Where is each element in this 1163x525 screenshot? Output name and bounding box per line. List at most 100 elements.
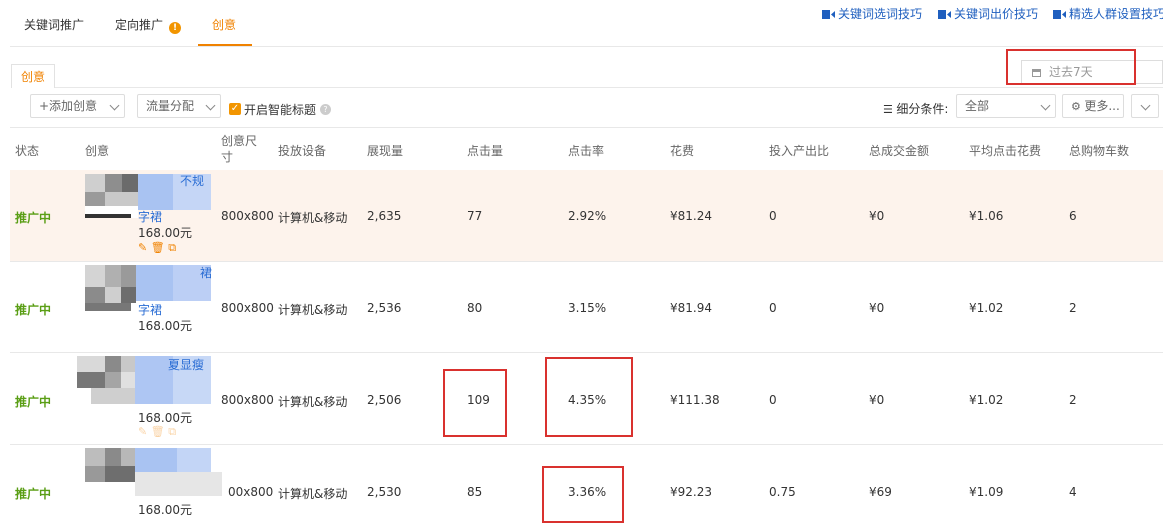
gmv: ¥69 bbox=[869, 485, 892, 499]
tab-creative[interactable]: 创意 bbox=[212, 16, 236, 33]
creative-size: 800x800 bbox=[221, 393, 274, 407]
clicks: 85 bbox=[467, 485, 483, 499]
creative-price: 168.00元 bbox=[138, 503, 192, 517]
creative-title[interactable]: 裙 bbox=[200, 264, 212, 281]
cart-count: 2 bbox=[1069, 393, 1077, 407]
cart-count: 4 bbox=[1069, 485, 1077, 499]
tab-label: 定向推广 bbox=[115, 18, 164, 32]
impressions: 2,530 bbox=[367, 485, 402, 499]
status-badge: 推广中 bbox=[15, 303, 52, 317]
divider bbox=[10, 46, 1163, 47]
column-header-gmv: 总成交金额 bbox=[869, 144, 930, 158]
avg-cpc: ¥1.09 bbox=[969, 485, 1004, 499]
column-header-roi: 投入产出比 bbox=[769, 144, 830, 158]
link-keyword-bid-tips[interactable]: 关键词出价技巧 bbox=[938, 5, 1038, 22]
column-header-creative: 创意 bbox=[85, 144, 110, 158]
creative-title[interactable]: 夏显瘦 bbox=[168, 356, 204, 373]
filter-value: 全部 bbox=[965, 99, 990, 113]
clicks: 77 bbox=[467, 209, 483, 223]
chevron-down-icon bbox=[1040, 100, 1051, 111]
column-header-cart: 总购物车数 bbox=[1069, 144, 1130, 158]
spend: ¥81.24 bbox=[670, 209, 712, 223]
filter-select[interactable]: 全部 bbox=[956, 94, 1056, 118]
creative-actions: ✎ 🗑 ⧉ bbox=[138, 241, 176, 255]
creative-price: 168.00元 bbox=[138, 226, 192, 240]
link-label: 精选人群设置技巧 bbox=[1069, 7, 1163, 21]
spend: ¥111.38 bbox=[670, 393, 720, 407]
subtab-creative[interactable]: 创意 bbox=[11, 64, 55, 88]
filter-label: ☰ 细分条件: bbox=[883, 100, 948, 117]
warning-icon: ! bbox=[169, 22, 182, 34]
clicks: 80 bbox=[467, 301, 483, 315]
ctr: 3.36% bbox=[568, 485, 607, 499]
delete-icon[interactable]: 🗑 bbox=[151, 241, 165, 254]
divider bbox=[55, 87, 1163, 88]
link-label: 关键词出价技巧 bbox=[954, 7, 1039, 21]
copy-icon[interactable]: ⧉ bbox=[168, 425, 176, 438]
traffic-split-dropdown[interactable]: 流量分配 bbox=[137, 94, 221, 118]
link-label: 关键词选词技巧 bbox=[838, 7, 923, 21]
column-header-ctr: 点击率 bbox=[568, 144, 605, 158]
status-badge: 推广中 bbox=[15, 395, 52, 409]
gmv: ¥0 bbox=[869, 209, 885, 223]
more-button[interactable]: ⚙ 更多... bbox=[1062, 94, 1124, 118]
column-header-status: 状态 bbox=[15, 144, 40, 158]
roi: 0 bbox=[769, 393, 777, 407]
link-audience-setting-tips[interactable]: 精选人群设置技巧 bbox=[1053, 5, 1163, 22]
creative-size: 800x800 bbox=[221, 301, 274, 315]
annotation-box bbox=[1006, 49, 1136, 85]
gear-icon: ⚙ bbox=[1071, 100, 1085, 113]
status-badge: 推广中 bbox=[15, 211, 52, 225]
cart-count: 2 bbox=[1069, 301, 1077, 315]
creative-actions: ✎ 🗑 ⧉ bbox=[138, 425, 176, 439]
column-header-avg-cpc: 平均点击花费 bbox=[969, 144, 1042, 158]
ctr: 4.35% bbox=[568, 393, 607, 407]
column-header-spend: 花费 bbox=[670, 144, 695, 158]
copy-icon[interactable]: ⧉ bbox=[168, 241, 176, 254]
creative-price: 168.00元 bbox=[138, 411, 192, 425]
creative-price: 168.00元 bbox=[138, 319, 192, 333]
impressions: 2,506 bbox=[367, 393, 402, 407]
roi: 0 bbox=[769, 209, 777, 223]
avg-cpc: ¥1.02 bbox=[969, 393, 1004, 407]
impressions: 2,536 bbox=[367, 301, 402, 315]
edit-icon[interactable]: ✎ bbox=[138, 241, 147, 254]
creative-title[interactable]: 字裙 bbox=[138, 208, 162, 225]
chevron-down-icon bbox=[1140, 100, 1151, 111]
add-creative-label: +添加创意 bbox=[39, 99, 98, 113]
device: 计算机&移动 bbox=[278, 487, 348, 501]
video-icon bbox=[938, 10, 951, 19]
creative-thumbnail[interactable] bbox=[77, 448, 222, 496]
video-icon bbox=[822, 10, 835, 19]
more-label: 更多... bbox=[1084, 99, 1120, 113]
add-creative-button[interactable]: +添加创意 bbox=[30, 94, 125, 118]
avg-cpc: ¥1.06 bbox=[969, 209, 1004, 223]
roi: 0.75 bbox=[769, 485, 796, 499]
smart-title-checkbox[interactable]: ✓ bbox=[229, 103, 241, 115]
roi: 0 bbox=[769, 301, 777, 315]
creative-title[interactable]: 不规 bbox=[180, 172, 204, 189]
creative-size: 00x800 bbox=[228, 485, 274, 499]
delete-icon[interactable]: 🗑 bbox=[151, 425, 165, 438]
tab-targeted-promotion[interactable]: 定向推广! bbox=[115, 16, 182, 34]
impressions: 2,635 bbox=[367, 209, 402, 223]
creative-title[interactable]: 字裙 bbox=[138, 301, 162, 318]
clicks: 109 bbox=[467, 393, 490, 407]
gmv: ¥0 bbox=[869, 393, 885, 407]
column-header-device: 投放设备 bbox=[278, 144, 327, 158]
video-icon bbox=[1053, 10, 1066, 19]
divider bbox=[10, 127, 1163, 128]
list-icon: ☰ bbox=[883, 103, 897, 116]
ctr: 2.92% bbox=[568, 209, 607, 223]
help-icon[interactable]: ? bbox=[320, 104, 331, 115]
cart-count: 6 bbox=[1069, 209, 1077, 223]
device: 计算机&移动 bbox=[278, 303, 348, 317]
tab-keyword-promotion[interactable]: 关键词推广 bbox=[24, 16, 84, 33]
column-header-clicks: 点击量 bbox=[467, 144, 504, 158]
expand-button[interactable] bbox=[1131, 94, 1159, 118]
edit-icon[interactable]: ✎ bbox=[138, 425, 147, 438]
smart-title-label: 开启智能标题 bbox=[244, 103, 317, 117]
traffic-split-label: 流量分配 bbox=[146, 99, 195, 113]
spend: ¥81.94 bbox=[670, 301, 712, 315]
link-keyword-selection-tips[interactable]: 关键词选词技巧 bbox=[822, 5, 922, 22]
